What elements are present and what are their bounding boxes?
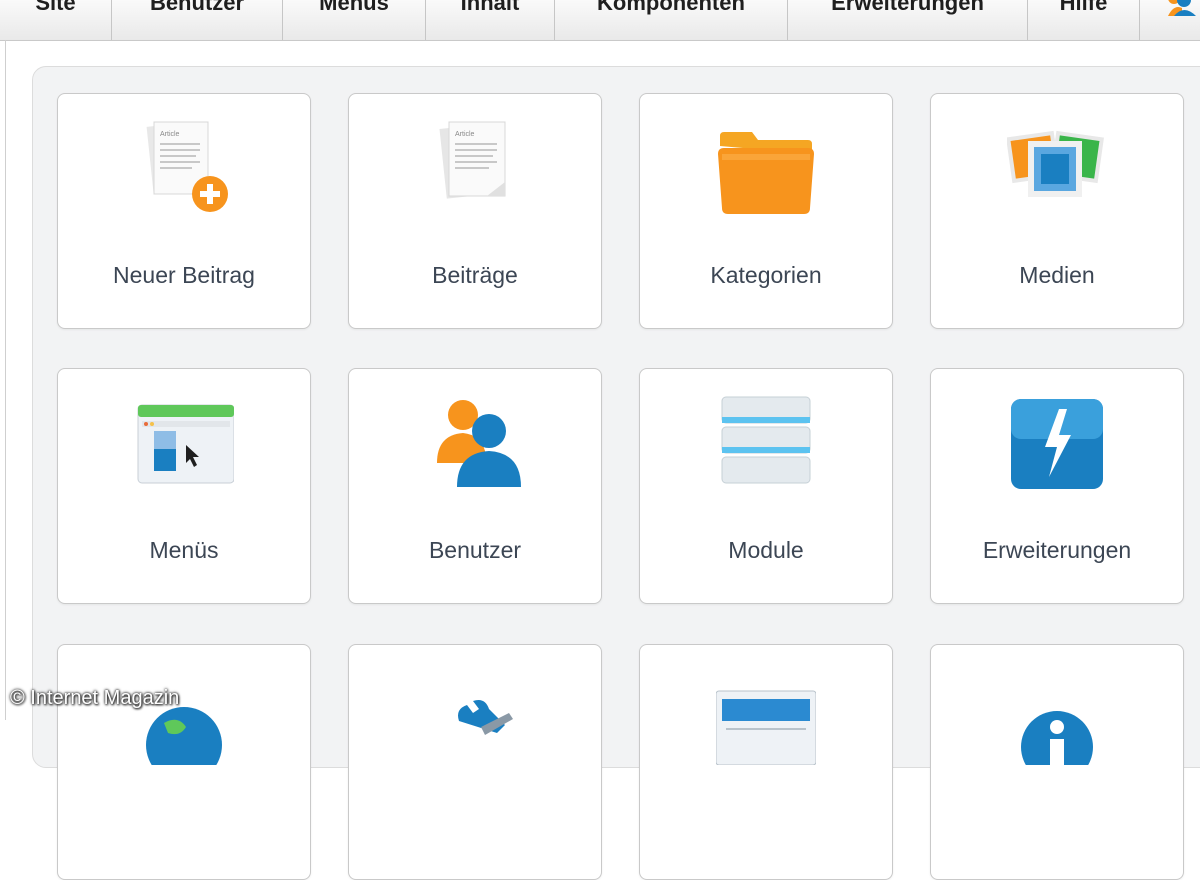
- svg-text:Article: Article: [455, 131, 475, 138]
- menu-komponenten[interactable]: Komponenten: [555, 0, 788, 40]
- menu-inhalt[interactable]: Inhalt: [426, 0, 555, 40]
- tile-templates[interactable]: [639, 644, 893, 880]
- tile-languages[interactable]: [57, 644, 311, 880]
- globe-icon: [146, 707, 222, 765]
- left-border: [5, 40, 6, 720]
- menu-benutzer[interactable]: Benutzer: [112, 0, 283, 40]
- tile-label: Erweiterungen: [982, 537, 1132, 563]
- tile-users[interactable]: Benutzer: [348, 368, 602, 604]
- tile-label: Neuer Beitrag: [113, 262, 255, 288]
- tile-label: Menüs: [149, 537, 219, 563]
- top-menu-bar: Site Benutzer Menüs Inhalt Komponenten E…: [0, 0, 1200, 41]
- tools-icon: [458, 700, 513, 735]
- tile-info[interactable]: [930, 644, 1184, 880]
- tile-new-article[interactable]: Article Neuer Beitrag: [57, 93, 311, 329]
- tile-modules[interactable]: Module: [639, 368, 893, 604]
- user-icon[interactable]: [1160, 0, 1200, 16]
- menu-site[interactable]: Site: [0, 0, 112, 40]
- articles-icon: Article: [439, 121, 506, 199]
- menu-hilfe[interactable]: Hilfe: [1028, 0, 1140, 40]
- media-icon: [1007, 130, 1104, 197]
- info-icon: [1021, 711, 1093, 765]
- new-article-icon: Article: [146, 121, 228, 212]
- tile-articles[interactable]: Article Beiträge: [348, 93, 602, 329]
- extensions-icon: [1011, 399, 1103, 489]
- tile-categories[interactable]: Kategorien: [639, 93, 893, 329]
- tile-label: Module: [728, 537, 804, 563]
- tile-menus[interactable]: Menüs: [57, 368, 311, 604]
- folder-icon: [718, 132, 814, 214]
- tile-label: Kategorien: [710, 262, 822, 288]
- menu-icon: [137, 404, 234, 484]
- tile-label: Medien: [1019, 262, 1095, 288]
- users-icon: [437, 400, 521, 487]
- svg-text:Article: Article: [160, 131, 180, 138]
- tile-global-config[interactable]: [348, 644, 602, 880]
- tile-extensions[interactable]: Erweiterungen: [930, 368, 1184, 604]
- menu-menus[interactable]: Menüs: [283, 0, 426, 40]
- tile-label: Benutzer: [428, 537, 522, 563]
- modules-icon: [721, 396, 811, 484]
- template-icon: [716, 690, 816, 765]
- watermark: © Internet Magazin: [10, 687, 180, 709]
- tile-media[interactable]: Medien: [930, 93, 1184, 329]
- tile-label: Beiträge: [432, 262, 518, 288]
- menu-erweiterungen[interactable]: Erweiterungen: [788, 0, 1028, 40]
